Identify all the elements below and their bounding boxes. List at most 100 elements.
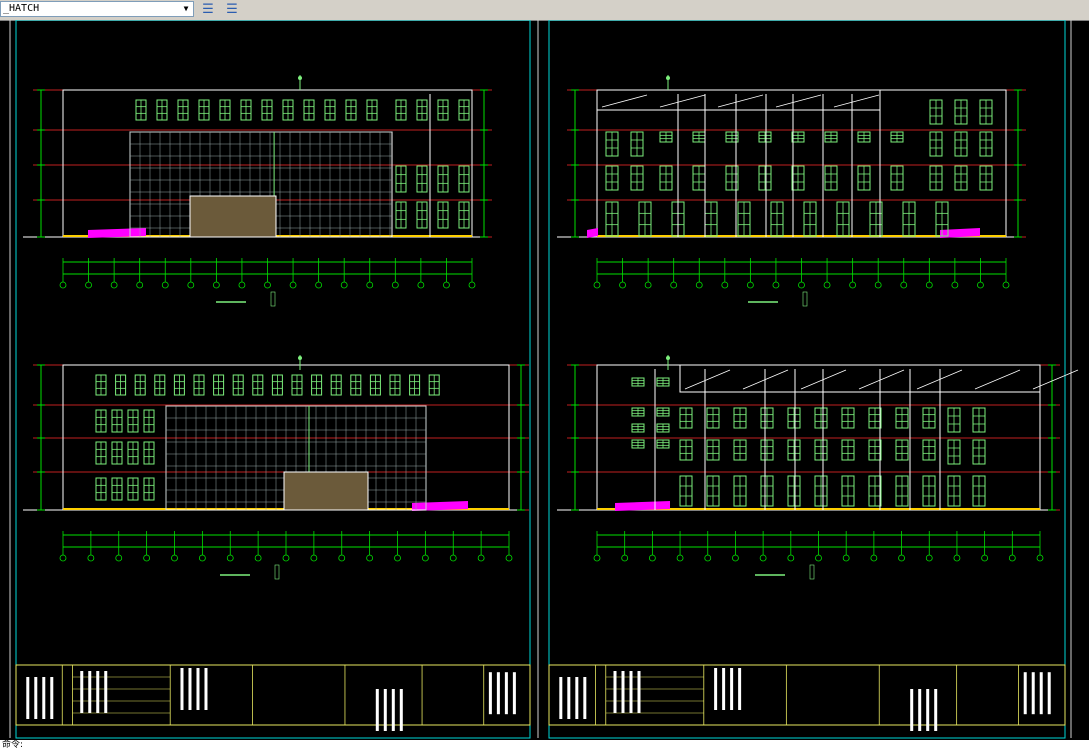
- title-text-bar: [926, 689, 930, 731]
- axis-bubble: [1002, 281, 1010, 289]
- title-text-bar: [512, 672, 516, 715]
- title-text-bar: [910, 689, 914, 731]
- title-block-frame: [548, 664, 1066, 726]
- axis-bubble: [732, 554, 739, 562]
- title-block-frame: [15, 664, 531, 726]
- axis-bubble: [171, 554, 178, 562]
- view-note: [270, 291, 276, 307]
- left-sheet-frame: [15, 19, 531, 739]
- title-text-bar: [583, 677, 587, 719]
- title-text-bar: [88, 671, 92, 713]
- axis-bubble: [648, 554, 656, 562]
- title-text-bar: [722, 668, 726, 710]
- axis-bubble: [366, 554, 374, 562]
- axis-bubble: [759, 554, 767, 562]
- axis-bubble: [704, 554, 712, 562]
- axis-bubble: [477, 554, 485, 562]
- title-text-bar: [730, 668, 734, 710]
- elevation-marker-dot: [298, 76, 302, 80]
- elevation-bottom-left: [23, 364, 529, 580]
- title-text-bar: [383, 689, 387, 731]
- axis-bubble: [143, 554, 151, 562]
- entrance-stone-wall: [189, 195, 277, 238]
- axis-bubble: [468, 281, 476, 289]
- title-text-bar: [629, 671, 633, 713]
- axis-bubble: [136, 281, 144, 289]
- axis-bubble: [187, 281, 195, 289]
- view-note: [274, 564, 280, 580]
- axis-bubble: [110, 281, 118, 289]
- title-text-bar: [1039, 672, 1043, 715]
- axis-bubble: [254, 554, 262, 562]
- axis-bubble: [874, 281, 882, 289]
- command-line[interactable]: 命令:: [0, 740, 1089, 749]
- building-outline: [596, 364, 1041, 511]
- title-text-bar: [391, 689, 395, 731]
- layer-previous-icon[interactable]: ☰: [222, 1, 242, 18]
- entrance-stone-wall: [283, 471, 369, 511]
- axis-bubble: [366, 281, 374, 289]
- title-text-bar: [714, 668, 718, 710]
- title-text-bar: [104, 671, 108, 713]
- title-text-bar: [80, 671, 84, 713]
- axis-bubble: [815, 554, 822, 562]
- elevation-bottom-right: [557, 364, 1079, 580]
- axis-bubble: [161, 281, 169, 289]
- axis-bubble: [198, 554, 206, 562]
- title-text-bar: [918, 689, 922, 731]
- title-text-bar: [50, 677, 54, 719]
- axis-bubble: [59, 281, 67, 289]
- title-text-bar: [34, 677, 38, 719]
- axis-bubble: [115, 554, 123, 562]
- elevation-top-right: [557, 89, 1026, 307]
- axis-bubble: [238, 281, 246, 289]
- title-text-bar: [42, 677, 46, 719]
- elevation-top-left: [23, 89, 492, 307]
- title-text-bar: [375, 689, 379, 731]
- title-block-right: [548, 664, 1066, 731]
- title-text-bar: [567, 677, 571, 719]
- title-text-bar: [96, 671, 100, 713]
- axis-bubble: [449, 554, 457, 562]
- right-sheet-frame: [548, 19, 1066, 739]
- layer-name: _HATCH: [3, 3, 40, 14]
- view-note: [802, 291, 808, 307]
- axis-bubble: [505, 554, 513, 562]
- axis-bubble: [421, 554, 429, 562]
- axis-bubble: [340, 281, 348, 289]
- title-text-bar: [1047, 672, 1051, 715]
- axis-bubble: [798, 281, 805, 289]
- title-text-bar: [196, 668, 200, 710]
- title-text-bar: [637, 671, 641, 713]
- axis-bubble: [226, 554, 234, 562]
- roof-parapet: [596, 89, 881, 111]
- chevron-down-icon[interactable]: ▼: [180, 3, 192, 15]
- axis-bubble: [849, 281, 857, 289]
- axis-bubble: [593, 281, 601, 289]
- title-block-left: [15, 664, 531, 731]
- layer-dropdown[interactable]: _HATCH ▼: [0, 1, 194, 17]
- axis-bubble: [772, 281, 780, 289]
- elevation-marker-dot: [666, 356, 670, 360]
- title-text-bar: [399, 689, 403, 731]
- axis-bubble: [977, 281, 984, 289]
- axis-bubble: [394, 554, 401, 562]
- drawing-canvas[interactable]: [0, 19, 1089, 740]
- axis-bubble: [310, 554, 318, 562]
- axis-bubble: [417, 281, 425, 289]
- cad-drawing-svg[interactable]: [0, 19, 1089, 740]
- elevation-marker-dot: [666, 76, 670, 80]
- axis-bubble: [443, 281, 450, 289]
- axis-bubble: [1008, 554, 1016, 562]
- axis-bubble: [842, 554, 850, 562]
- axis-bubble: [87, 554, 95, 562]
- axis-bubble: [85, 281, 92, 289]
- title-text-bar: [26, 677, 30, 719]
- title-text-bar: [488, 672, 492, 715]
- layer-states-icon[interactable]: ☰: [198, 1, 218, 18]
- axis-bubble: [676, 554, 684, 562]
- axis-bubble: [212, 281, 220, 289]
- title-text-bar: [188, 668, 192, 710]
- axis-bubble: [746, 281, 754, 289]
- axis-bubble: [264, 281, 271, 289]
